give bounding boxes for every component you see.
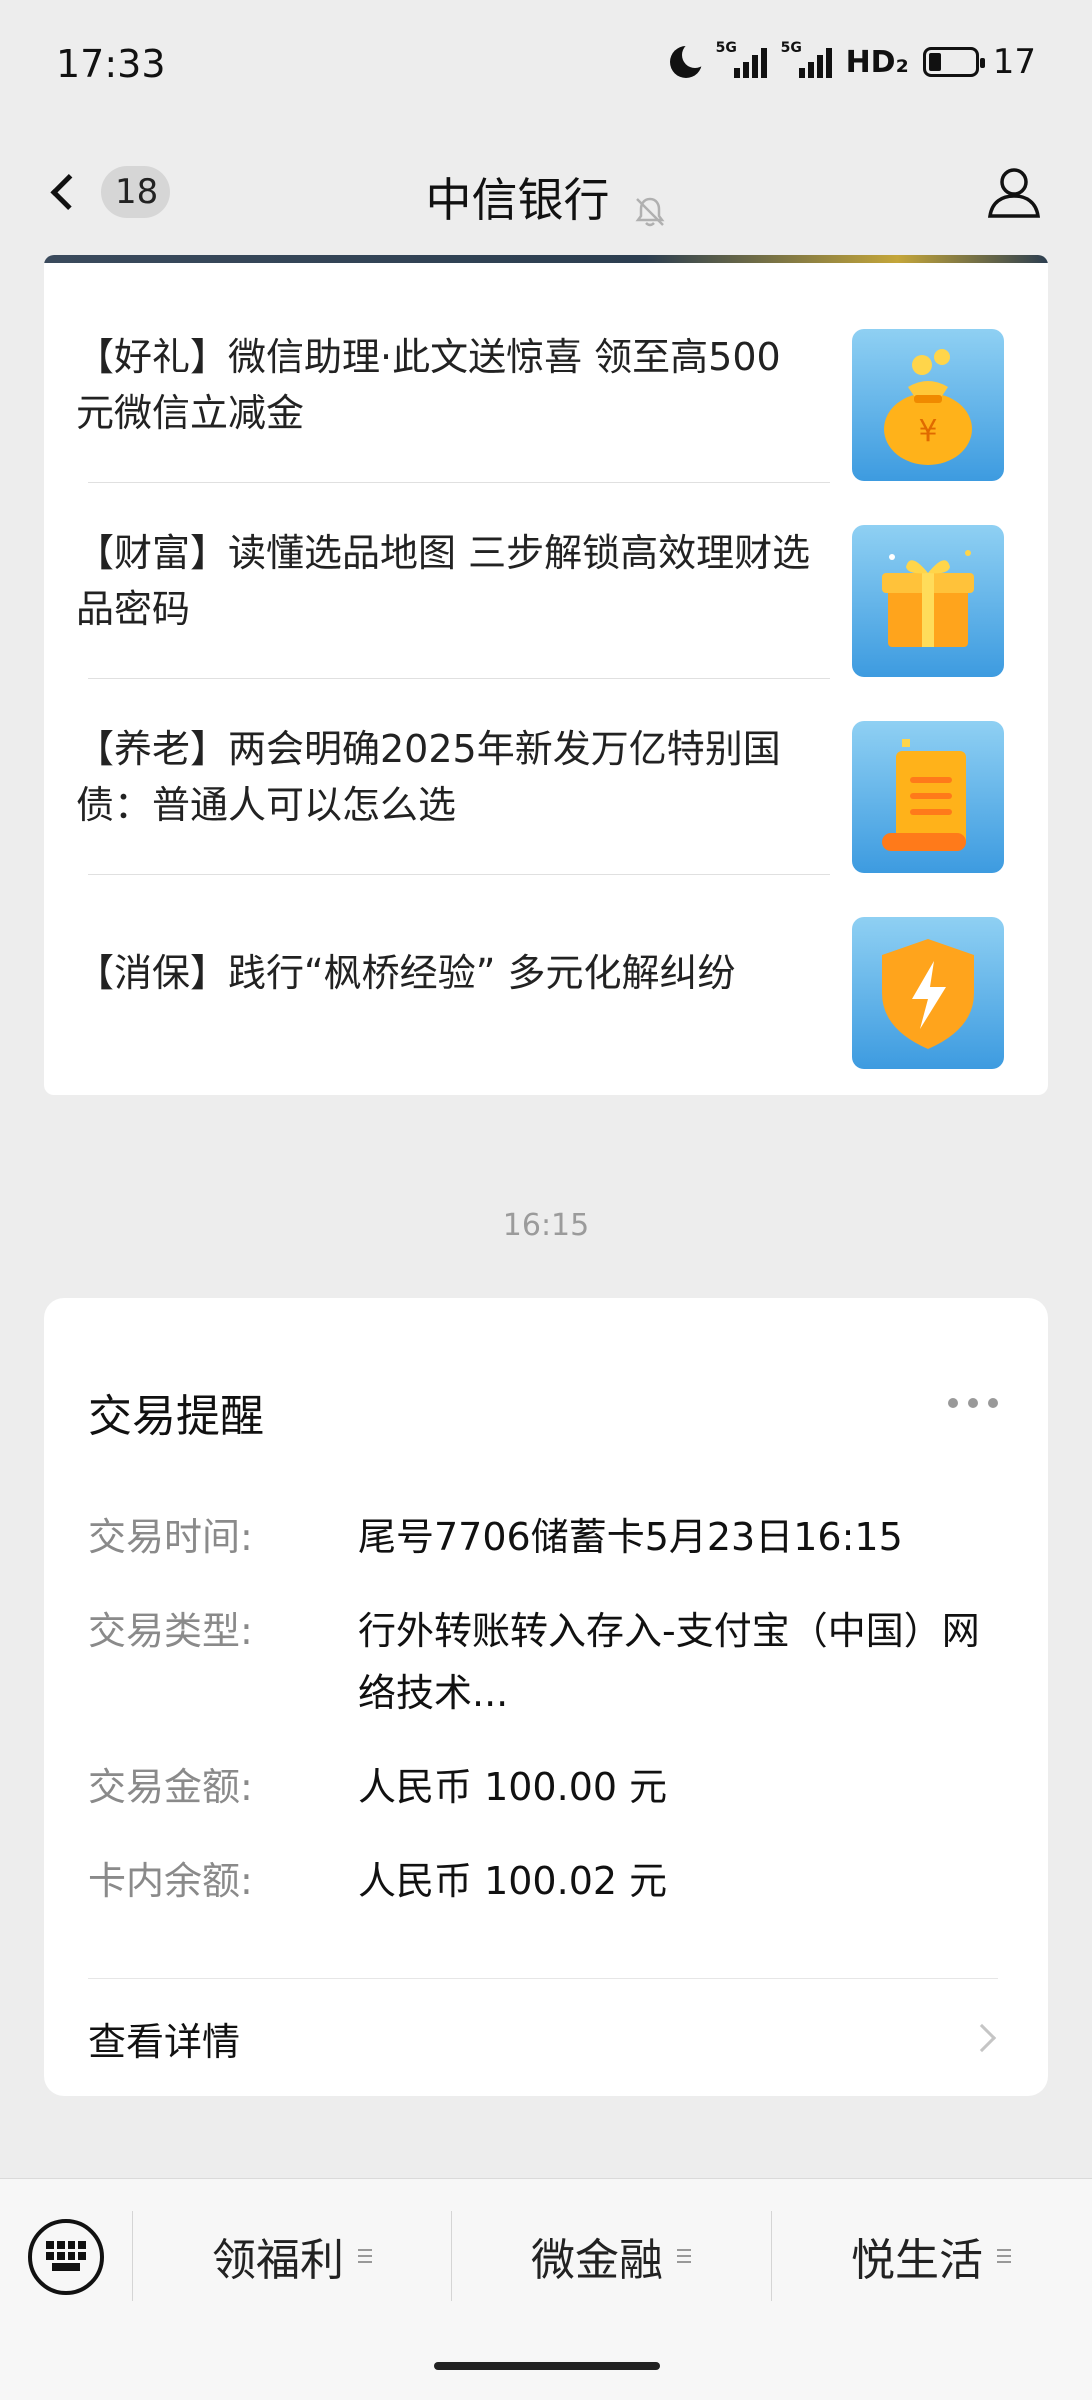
article-title: 【财富】读懂选品地图 三步解锁高效理财选品密码 (76, 531, 811, 631)
battery-icon (922, 47, 985, 77)
chevron-right-icon (967, 2023, 997, 2053)
page-title: 中信银行 (425, 173, 610, 227)
do-not-disturb-moon-icon (669, 42, 708, 78)
scroll-document-icon (882, 739, 966, 851)
status-icons: 5G 5G HD₂ 17 (669, 40, 1036, 82)
article-title: 【消保】践行“枫桥经验” 多元化解纠纷 (76, 951, 736, 995)
muted-bell-icon (635, 197, 665, 226)
card-title: 交易提醒 (88, 1391, 264, 1442)
keyboard-icon (46, 2241, 86, 2271)
menu-item-lifestyle[interactable]: 悦生活 (772, 2211, 1090, 2301)
signal-strength-icon: 5G (781, 40, 832, 78)
article-item[interactable]: 【好礼】微信助理·此文送惊喜 领至高500元微信立减金 ¥ (76, 287, 1004, 483)
home-indicator[interactable] (434, 2362, 660, 2370)
article-title: 【养老】两会明确2025年新发万亿特别国债：普通人可以怎么选 (76, 727, 781, 827)
article-thumbnail (852, 525, 1004, 677)
gift-box-icon (882, 550, 974, 647)
row-label: 交易类型: (88, 1609, 253, 1653)
menu-item-label: 微金融 (531, 2235, 663, 2286)
row-label: 交易时间: (88, 1515, 253, 1559)
view-details-link[interactable]: 查看详情 (88, 1998, 1004, 2078)
nav-title-wrap: 中信银行 (0, 164, 1092, 230)
article-thumbnail (852, 917, 1004, 1069)
profile-icon[interactable] (984, 162, 1044, 222)
view-details-label: 查看详情 (88, 2019, 241, 2064)
article-item[interactable]: 【养老】两会明确2025年新发万亿特别国债：普通人可以怎么选 (76, 679, 1004, 875)
nav-bar: 18 中信银行 (0, 130, 1092, 255)
row-label: 交易金额: (88, 1765, 253, 1809)
article-thumbnail (852, 721, 1004, 873)
menu-item-micro-finance[interactable]: 微金融 (452, 2211, 770, 2301)
money-bag-icon: ¥ (884, 349, 972, 465)
network-type-label: 5G (780, 40, 802, 56)
battery-level: 17 (992, 42, 1036, 82)
status-time: 17:33 (56, 42, 166, 86)
row-label: 卡内余额: (88, 1859, 253, 1903)
keyboard-toggle-button[interactable] (28, 2219, 104, 2295)
hd-voice-label: HD₂ (845, 44, 909, 80)
menu-item-label: 领福利 (212, 2235, 344, 2286)
submenu-lines-icon (358, 2249, 372, 2263)
submenu-lines-icon (677, 2249, 691, 2263)
signal-strength-icon: 5G (716, 40, 767, 78)
card-header-strip (44, 255, 1048, 263)
article-item[interactable]: 【财富】读懂选品地图 三步解锁高效理财选品密码 (76, 483, 1004, 679)
row-value: 人民币 100.02 元 (358, 1859, 668, 1903)
message-timestamp: 16:15 (502, 1208, 590, 1243)
svg-text:¥: ¥ (918, 414, 937, 449)
article-title: 【好礼】微信助理·此文送惊喜 领至高500元微信立减金 (76, 335, 781, 435)
dot (988, 1398, 998, 1408)
submenu-lines-icon (997, 2249, 1011, 2263)
menu-item-benefits[interactable]: 领福利 (133, 2211, 451, 2301)
dot (948, 1398, 958, 1408)
article-thumbnail: ¥ (852, 329, 1004, 481)
article-item[interactable]: 【消保】践行“枫桥经验” 多元化解纠纷 (76, 875, 1004, 1071)
network-type-label: 5G (715, 40, 737, 56)
article-card: 【好礼】微信助理·此文送惊喜 领至高500元微信立减金 ¥ 【财富】读懂选品地图… (44, 255, 1048, 1095)
dot (968, 1398, 978, 1408)
status-bar: 17:33 5G 5G HD₂ 17 (0, 0, 1092, 130)
divider (88, 1978, 998, 1979)
transaction-card[interactable]: 交易提醒 交易时间: 尾号7706储蓄卡5月23日16:15 交易类型: 行外转… (44, 1298, 1048, 2096)
row-value: 行外转账转入存入-支付宝（中国）网络技术... (358, 1609, 980, 1715)
more-options-button[interactable] (948, 1398, 998, 1408)
shield-lightning-icon (882, 939, 974, 1049)
row-value: 人民币 100.00 元 (358, 1765, 668, 1809)
menu-item-label: 悦生活 (851, 2235, 983, 2286)
row-value: 尾号7706储蓄卡5月23日16:15 (358, 1515, 903, 1559)
